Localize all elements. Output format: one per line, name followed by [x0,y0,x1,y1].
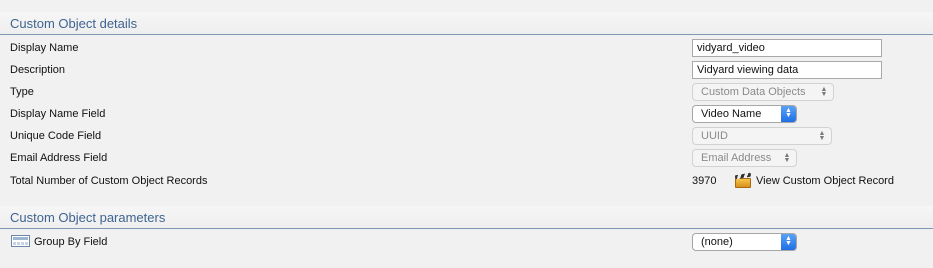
display-name-field-value: Video Name [701,108,762,120]
updown-arrows-icon: ▲ ▼ [781,234,796,250]
unique-code-field-row: Unique Code Field UUID ▲ ▼ [0,125,933,147]
unique-code-field-select[interactable]: UUID ▲ ▼ [692,127,832,145]
type-label: Type [10,86,34,98]
display-name-field-row: Display Name Field Video Name ▲ ▼ [0,103,933,125]
description-row: Description [0,59,933,81]
unique-code-field-value: UUID [701,130,728,142]
type-row: Type Custom Data Objects ▲ ▼ [0,81,933,103]
view-custom-object-record-link[interactable]: View Custom Object Record [734,171,894,191]
description-input[interactable] [692,61,882,79]
parameters-section-header: Custom Object parameters [0,206,933,229]
display-name-input[interactable] [692,39,882,57]
updown-arrows-icon: ▲ ▼ [820,86,828,98]
email-address-field-select[interactable]: Email Address ▲ ▼ [692,149,797,167]
display-name-row: Display Name [0,37,933,59]
group-by-row: Group By Field (none) ▲ ▼ [0,231,933,253]
total-records-count: 3970 [692,175,717,187]
updown-arrows-icon: ▲ ▼ [781,106,796,122]
description-label: Description [10,64,66,76]
group-by-value: (none) [701,236,733,248]
unique-code-field-label: Unique Code Field [10,130,102,142]
email-address-field-row: Email Address Field Email Address ▲ ▼ [0,147,933,169]
display-name-field-select[interactable]: Video Name ▲ ▼ [692,105,797,123]
clapperboard-icon [734,172,752,189]
view-record-link-label: View Custom Object Record [756,175,894,187]
type-select[interactable]: Custom Data Objects ▲ ▼ [692,83,834,101]
parameters-section-title: Custom Object parameters [10,210,166,225]
display-name-label: Display Name [10,42,79,54]
email-address-field-label: Email Address Field [10,152,108,164]
details-section-header: Custom Object details [0,12,933,35]
total-records-row: Total Number of Custom Object Records 39… [0,170,933,192]
total-records-label: Total Number of Custom Object Records [10,175,208,187]
group-by-select[interactable]: (none) ▲ ▼ [692,233,797,251]
group-by-label: Group By Field [34,236,108,248]
updown-arrows-icon: ▲ ▼ [783,152,791,164]
display-name-field-label: Display Name Field [10,108,106,120]
details-section-title: Custom Object details [10,16,138,31]
updown-arrows-icon: ▲ ▼ [818,130,826,142]
email-address-field-value: Email Address [701,152,772,164]
type-select-value: Custom Data Objects [701,86,806,98]
table-icon [11,235,30,247]
